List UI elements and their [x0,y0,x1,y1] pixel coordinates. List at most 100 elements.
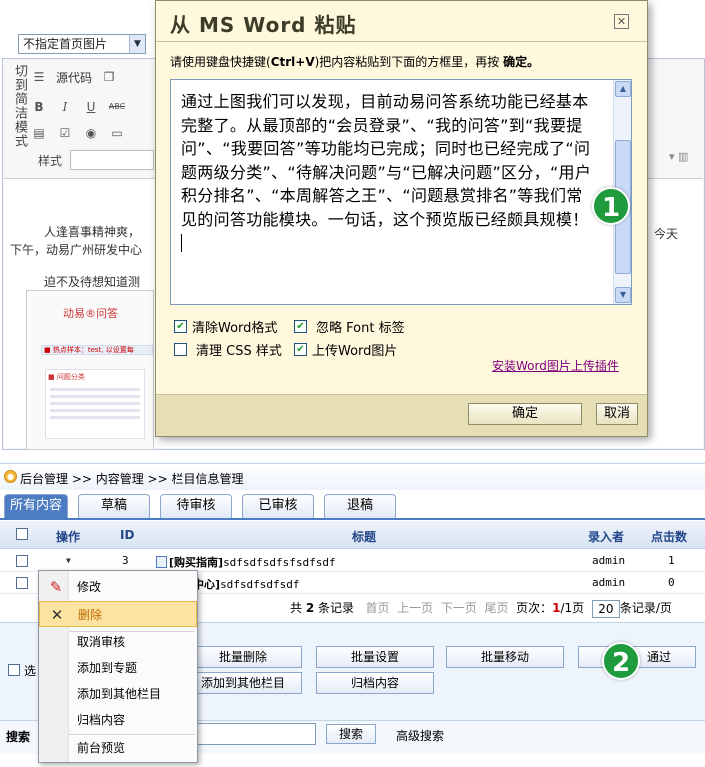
search-button[interactable]: 搜索 [326,724,376,744]
simple-mode-toggle[interactable]: 切到简洁模式 [4,64,27,176]
menu-item-delete[interactable]: ✕ 删除 [39,601,197,627]
row-clicks: 0 [668,576,675,589]
body-text-line: 迫不及待想知道测 [44,275,141,289]
paste-textarea[interactable]: 通过上图我们可以发现，目前动易问答系统功能已经基本完整了。从最顶部的“会员登录”… [170,79,632,305]
column-title[interactable]: 标题 [352,528,376,545]
style-select[interactable] [70,150,154,170]
clear-css-option[interactable]: 清理 CSS 样式 [174,340,282,359]
breadcrumb: ● 后台管理 >> 内容管理 >> 栏目信息管理 [0,464,705,490]
tab-approved[interactable]: 已审核 [242,494,314,518]
search-label: 搜索 [6,730,31,744]
row-author: admin [592,554,626,567]
tab-rejected[interactable]: 退稿 [324,494,396,518]
source-code-label[interactable]: 源代码 [56,69,92,86]
divider [156,41,647,42]
checkbox-icon[interactable]: ☑ [56,124,74,142]
paste-from-word-dialog: 从 MS Word 粘贴 ✕ 请使用键盘快捷键(Ctrl+V)把内容粘贴到下面的… [155,0,648,437]
source-code-icon[interactable]: ☰ [30,68,48,86]
form-icon[interactable]: ▤ [30,124,48,142]
preview-category-title: ■ 问题分类 [48,373,85,381]
document-icon [156,556,167,568]
advanced-search-link[interactable]: 高级搜索 [396,727,444,744]
step-badge-2: 2 [602,642,640,680]
menu-item-cancel-review[interactable]: 取消审核 [39,629,197,655]
pencil-icon: ✎ [49,578,63,596]
homepage-image-select-value: 不指定首页图片 [23,37,108,51]
preview-category-box: ■ 问题分类 [45,369,145,439]
row-checkbox[interactable] [16,555,28,567]
column-clicks[interactable]: 点击数 [651,528,687,545]
checkbox-checked[interactable]: ✔ [294,342,307,356]
toolbar-row-1: ☰ 源代码 ❐ [30,64,118,90]
copy-icon[interactable]: ❐ [100,68,118,86]
preview-logo: 动易®问答 [63,307,118,320]
checkbox-unchecked[interactable] [174,342,187,356]
chevron-down-icon[interactable]: ▼ [129,35,145,53]
menu-item-preview[interactable]: 前台预览 [39,735,197,761]
menu-item-add-to-other-column[interactable]: 添加到其他栏目 [39,681,197,707]
italic-icon[interactable]: I [56,98,74,116]
style-label: 样式 [38,154,63,168]
clear-word-format-option[interactable]: ✔ 清除Word格式 [174,317,277,336]
dialog-title: 从 MS Word 粘贴 [170,13,357,37]
archive-button[interactable]: 归档内容 [316,672,434,694]
table-header: 操作 ID 标题 录入者 点击数 [0,521,705,549]
menu-item-add-to-topic[interactable]: 添加到专题 [39,655,197,681]
row-id: 3 [122,554,129,567]
toolbar-row-3: ▤ ☑ ◉ ▭ [30,120,126,146]
cancel-button[interactable]: 取消 [596,403,638,425]
tab-all[interactable]: 所有内容 [4,494,68,518]
underline-icon[interactable]: U [82,98,100,116]
divider [0,518,705,520]
row-title[interactable]: [购买指南]sdfsdfsdfsfsdfsdf [156,554,336,570]
column-op: 操作 [56,530,81,544]
search-input[interactable] [196,723,316,745]
home-icon: ● [4,470,17,483]
ok-button[interactable]: 确定 [468,403,582,425]
checkbox-checked[interactable]: ✔ [174,319,187,333]
select-all-checkbox-bottom[interactable] [8,664,20,676]
tab-draft[interactable]: 草稿 [78,494,150,518]
row-checkbox[interactable] [16,577,28,589]
prev-page-link[interactable]: 上一页 [397,601,433,615]
checkbox-checked[interactable]: ✔ [294,319,307,333]
menu-item-archive[interactable]: 归档内容 [39,707,197,733]
body-text-line: 人逢喜事精神爽， [44,225,141,239]
last-page-link[interactable]: 尾页 [484,601,508,615]
batch-delete-button[interactable]: 批量删除 [184,646,302,668]
body-text-line: 下午，动易广州研发中心 [10,243,143,257]
batch-set-button[interactable]: 批量设置 [316,646,434,668]
select-all-label: 选 [24,664,37,678]
toolbar-row-2: B I U ABC [30,94,126,120]
textfield-icon[interactable]: ▭ [108,124,126,142]
table-row[interactable]: ▼ 3 [购买指南]sdfsdfsdfsfsdfsdf admin 1 [0,550,705,572]
close-icon[interactable]: ✕ [614,14,629,29]
homepage-image-select[interactable]: 不指定首页图片 ▼ [18,34,146,54]
pagination: 共 2 条记录 首页 上一页 下一页 尾页 页次：1/1页 20 条记录/页 [290,599,672,618]
scroll-up-icon[interactable]: ▲ [615,81,631,97]
row-clicks: 1 [668,554,675,567]
bold-icon[interactable]: B [30,98,48,116]
column-id[interactable]: ID [120,528,134,542]
select-all-checkbox[interactable] [16,528,28,540]
color-picker-icon[interactable]: ▾ ▥ [669,150,697,168]
paste-content: 通过上图我们可以发现，目前动易问答系统功能已经基本完整了。从最顶部的“会员登录”… [181,90,597,252]
chevron-down-icon[interactable]: ▼ [66,556,71,565]
install-plugin-link[interactable]: 安装Word图片上传插件 [492,357,619,374]
column-author[interactable]: 录入者 [588,528,624,545]
scroll-down-icon[interactable]: ▼ [615,287,631,303]
first-page-link[interactable]: 首页 [366,601,390,615]
upload-word-image-option[interactable]: ✔ 上传Word图片 [294,340,397,359]
per-page-input[interactable]: 20 [591,599,620,618]
add-to-other-column-button[interactable]: 添加到其他栏目 [184,672,302,694]
ignore-font-tag-option[interactable]: ✔ 忽略 Font 标签 [294,317,405,336]
batch-move-button[interactable]: 批量移动 [446,646,564,668]
menu-item-edit[interactable]: ✎ 修改 [39,574,197,600]
strikethrough-icon[interactable]: ABC [108,98,126,116]
next-page-link[interactable]: 下一页 [441,601,477,615]
row-author: admin [592,576,626,589]
radio-icon[interactable]: ◉ [82,124,100,142]
tab-pending[interactable]: 待审核 [160,494,232,518]
step-badge-1: 1 [592,187,630,225]
embedded-screenshot-image: 动易®问答 ■ 热点样本：test, 以设置每 ■ 问题分类 [26,290,154,450]
